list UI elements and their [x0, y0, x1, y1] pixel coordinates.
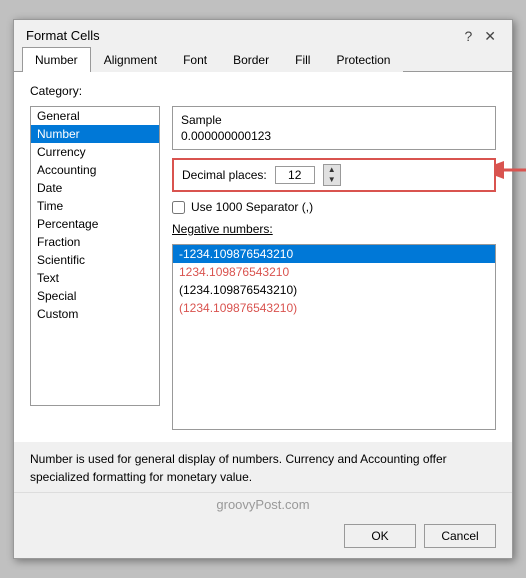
decimal-spinner: ▲ ▼: [323, 164, 341, 186]
separator-label: Use 1000 Separator (,): [191, 200, 313, 214]
cancel-button[interactable]: Cancel: [424, 524, 496, 548]
right-panel: Sample 0.000000000123 Decimal places: ▲ …: [172, 106, 496, 430]
button-row: OK Cancel: [14, 516, 512, 558]
category-item[interactable]: Text: [31, 269, 159, 287]
category-item[interactable]: Accounting: [31, 161, 159, 179]
tab-number[interactable]: Number: [22, 47, 91, 72]
title-bar-controls: ? ✕: [460, 29, 500, 43]
separator-row: Use 1000 Separator (,): [172, 200, 496, 214]
category-list[interactable]: GeneralNumberCurrencyAccountingDateTimeP…: [30, 106, 160, 406]
negative-label: Negative numbers:: [172, 222, 496, 236]
category-item[interactable]: Special: [31, 287, 159, 305]
decimal-input[interactable]: [275, 166, 315, 184]
main-area: GeneralNumberCurrencyAccountingDateTimeP…: [30, 106, 496, 430]
tab-protection[interactable]: Protection: [323, 47, 403, 72]
decimal-row-container: Decimal places: ▲ ▼: [172, 158, 496, 192]
decimal-label: Decimal places:: [182, 168, 267, 182]
title-bar: Format Cells ? ✕: [14, 20, 512, 47]
main-content: Category: GeneralNumberCurrencyAccountin…: [14, 72, 512, 442]
watermark: groovyPost.com: [14, 492, 512, 516]
sample-label: Sample: [181, 113, 487, 127]
sample-section: Sample 0.000000000123: [172, 106, 496, 150]
help-button[interactable]: ?: [460, 29, 476, 43]
negative-list[interactable]: -1234.1098765432101234.109876543210(1234…: [172, 244, 496, 430]
tab-alignment[interactable]: Alignment: [91, 47, 170, 72]
format-cells-dialog: Format Cells ? ✕ NumberAlignmentFontBord…: [13, 19, 513, 559]
ok-button[interactable]: OK: [344, 524, 416, 548]
tab-border[interactable]: Border: [220, 47, 282, 72]
close-button[interactable]: ✕: [480, 29, 500, 43]
category-item[interactable]: Custom: [31, 305, 159, 323]
spin-down-button[interactable]: ▼: [324, 175, 340, 185]
decimal-row: Decimal places: ▲ ▼: [172, 158, 496, 192]
category-item[interactable]: General: [31, 107, 159, 125]
description-area: Number is used for general display of nu…: [14, 442, 512, 492]
description-text: Number is used for general display of nu…: [30, 452, 447, 484]
negative-list-item[interactable]: (1234.109876543210): [173, 299, 495, 317]
negative-list-item[interactable]: -1234.109876543210: [173, 245, 495, 263]
separator-checkbox[interactable]: [172, 201, 185, 214]
category-item[interactable]: Scientific: [31, 251, 159, 269]
sample-value: 0.000000000123: [181, 129, 487, 143]
category-item[interactable]: Currency: [31, 143, 159, 161]
tab-fill[interactable]: Fill: [282, 47, 323, 72]
category-item[interactable]: Date: [31, 179, 159, 197]
tab-font[interactable]: Font: [170, 47, 220, 72]
category-item[interactable]: Fraction: [31, 233, 159, 251]
category-item[interactable]: Time: [31, 197, 159, 215]
red-arrow-annotation: [494, 150, 526, 190]
dialog-title: Format Cells: [26, 28, 100, 43]
spin-up-button[interactable]: ▲: [324, 165, 340, 175]
category-item[interactable]: Percentage: [31, 215, 159, 233]
tab-bar: NumberAlignmentFontBorderFillProtection: [14, 47, 512, 72]
negative-list-item[interactable]: (1234.109876543210): [173, 281, 495, 299]
category-item[interactable]: Number: [31, 125, 159, 143]
negative-list-item[interactable]: 1234.109876543210: [173, 263, 495, 281]
category-list-wrap: GeneralNumberCurrencyAccountingDateTimeP…: [30, 106, 160, 430]
category-label: Category:: [30, 84, 496, 98]
